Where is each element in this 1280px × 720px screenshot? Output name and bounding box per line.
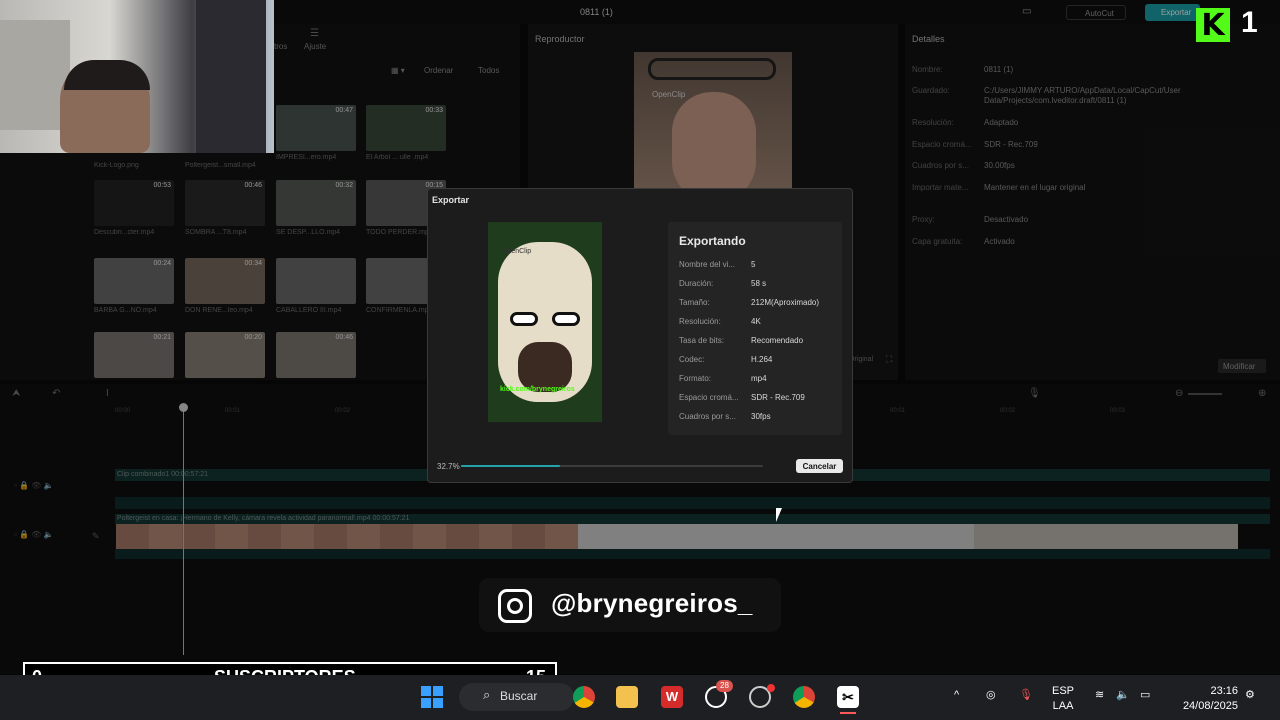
export-info-value: 212M(Aproximado) [751, 298, 820, 307]
notifications-icon[interactable]: ⚙ [1245, 688, 1255, 703]
windows-start-icon[interactable] [421, 686, 443, 708]
instagram-icon [498, 589, 532, 623]
preview-left-eye [510, 312, 538, 326]
kick-viewer-count: 1 [1241, 6, 1258, 39]
export-info-value: Recomendado [751, 336, 804, 345]
kick-logo: K [1196, 8, 1230, 43]
clock-time: 23:16 [1210, 685, 1238, 697]
search-icon: ⌕ [483, 687, 491, 702]
progress-percent: 32.7% [437, 462, 460, 471]
export-info-key: Espacio cromá... [679, 393, 739, 402]
export-info-value: 58 s [751, 279, 767, 288]
export-info-value: SDR - Rec.709 [751, 393, 805, 402]
export-dialog-title: Exportar [432, 195, 470, 205]
export-info-key: Duración: [679, 279, 714, 288]
preview-caption: kick.com/brynegreiros [500, 386, 575, 393]
clock-date: 24/08/2025 [1182, 700, 1238, 712]
preview-right-eye [552, 312, 580, 326]
clock[interactable]: 23:16 24/08/2025 [1172, 684, 1238, 714]
whatsapp-badge: 28 [716, 680, 733, 692]
language-indicator[interactable]: ESP LAA [1052, 684, 1074, 714]
capcut-icon[interactable]: ✂ [837, 686, 859, 708]
sync-icon[interactable]: ◎ [986, 688, 996, 703]
export-info-value: 5 [751, 260, 756, 269]
export-preview: OpenClip kick.com/brynegreiros [488, 222, 602, 422]
chrome-profile-icon[interactable] [793, 686, 815, 708]
instagram-handle: @brynegreiros_ [551, 588, 753, 618]
chrome-icon[interactable] [573, 686, 595, 708]
mouse-cursor [776, 508, 782, 522]
preview-beard [518, 342, 572, 392]
notification-dot [767, 684, 775, 692]
wifi-icon[interactable]: ≋ [1095, 688, 1104, 703]
export-info-key: Tasa de bits: [679, 336, 724, 345]
export-info-key: Tamaño: [679, 298, 710, 307]
battery-icon[interactable]: ▭ [1140, 688, 1150, 703]
progress-fill [461, 465, 560, 467]
volume-icon[interactable]: 🔈 [1116, 688, 1130, 703]
webcam-overlay [0, 0, 274, 153]
wps-office-icon[interactable]: W [661, 686, 683, 708]
export-info-value: 30fps [751, 412, 771, 421]
microphone-tray-icon[interactable]: 🎙 [1019, 688, 1033, 703]
lang-top: ESP [1052, 685, 1075, 697]
instagram-icon-lens [507, 598, 523, 614]
cancel-button[interactable]: Cancelar [796, 459, 843, 473]
lang-bottom: LAA [1052, 700, 1074, 712]
export-info-key: Resolución: [679, 317, 721, 326]
webcam-jacket [196, 0, 266, 153]
preview-watermark: OpenClip [502, 248, 532, 255]
search-label: Buscar [500, 689, 538, 703]
export-info-value: H.264 [751, 355, 773, 364]
progress-bar [461, 465, 763, 467]
export-info-card [668, 222, 842, 435]
export-info-key: Codec: [679, 355, 705, 364]
export-info-value: 4K [751, 317, 761, 326]
export-info-key: Nombre del vi... [679, 260, 736, 269]
file-explorer-icon[interactable] [616, 686, 638, 708]
active-app-indicator [840, 712, 856, 714]
export-status: Exportando [679, 234, 746, 248]
export-info-key: Cuadros por s... [679, 412, 736, 421]
tray-overflow-icon[interactable]: ^ [954, 688, 959, 703]
webcam-hair [64, 60, 150, 90]
export-info-value: mp4 [751, 374, 767, 383]
export-info-key: Formato: [679, 374, 712, 383]
taskbar [0, 675, 1280, 720]
